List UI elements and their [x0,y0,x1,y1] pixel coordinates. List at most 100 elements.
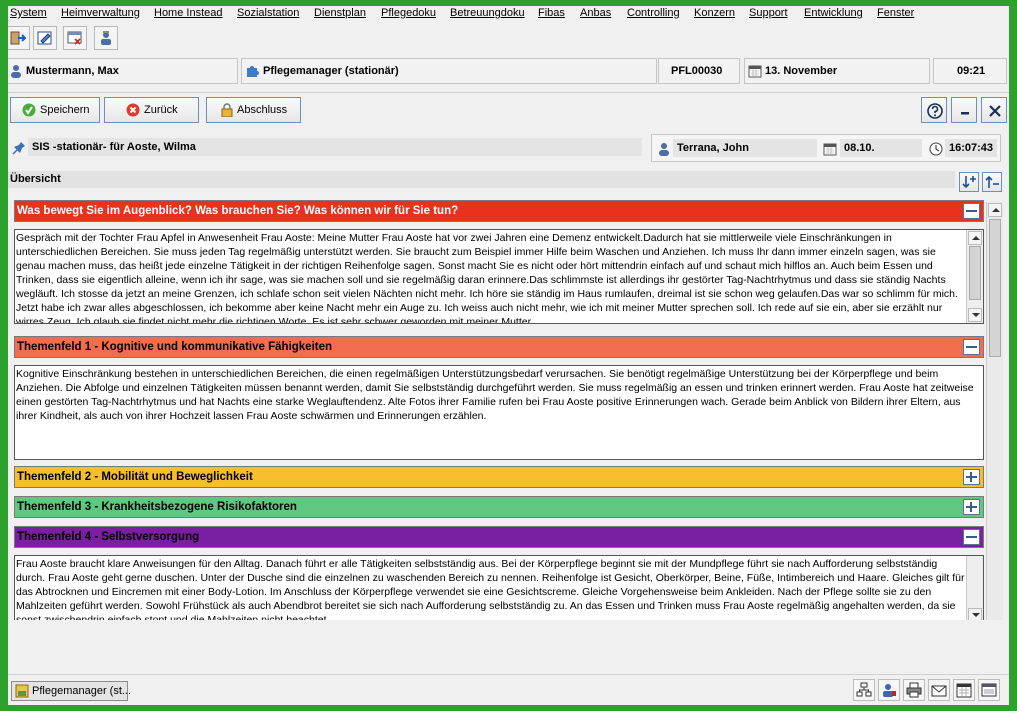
sort-collapse-icon [985,175,999,188]
document-date-field[interactable]: 08.10. [840,139,922,157]
taskbar-window-label: Pflegemanager (st... [32,685,132,697]
section-text: Kognitive Einschränkung bestehen in unte… [16,368,974,422]
help-button[interactable] [921,97,947,123]
user-edit-icon [883,684,896,697]
expand-toggle[interactable] [963,469,980,485]
menu-sozialstation[interactable]: Sozialstation [237,7,299,19]
app-window-icon [15,684,29,698]
section-header-themenfeld-3[interactable]: Themenfeld 3 - Krankheitsbezogene Risiko… [14,496,984,518]
printer-icon [906,682,922,698]
header-date-field: 13. November [744,58,930,84]
exit-button[interactable] [8,26,30,50]
section-title: Themenfeld 2 - Mobilität und Beweglichke… [17,471,253,483]
calendar-button[interactable] [953,679,975,701]
hierarchy-button[interactable] [853,679,875,701]
toolbar [8,24,1009,52]
close-icon [989,105,1001,117]
menu-betreuungdoku[interactable]: Betreuungdoku [450,7,525,19]
sort-expand-icon [962,176,976,189]
collapse-toggle[interactable] [963,339,980,355]
scroll-down-button[interactable] [968,608,982,620]
menu-support[interactable]: Support [749,7,788,19]
menu-system[interactable]: System [10,7,47,19]
section-title: Themenfeld 4 - Selbstversorgung [17,531,200,543]
scroll-thumb[interactable] [989,219,1001,357]
section-text: Gespräch mit der Tochter Frau Apfel in A… [16,232,958,324]
user-contact-button[interactable] [94,26,118,50]
textarea-scrollbar[interactable] [966,230,983,323]
menu-konzern[interactable]: Konzern [694,7,735,19]
section-themenfeld-4-textarea[interactable]: Frau Aoste braucht klare Anweisungen für… [14,555,984,620]
help-icon [927,103,943,119]
scroll-up-button[interactable] [988,203,1002,217]
menu-dienstplan[interactable]: Dienstplan [314,7,366,19]
calendar-icon [823,143,837,156]
document-time: 16:07:43 [949,142,994,154]
clock-icon [929,142,943,156]
minimize-icon [961,112,969,115]
textarea-scrollbar[interactable] [966,556,983,620]
menu-heimverwaltung[interactable]: Heimverwaltung [61,7,140,19]
close-window-button[interactable] [63,26,87,50]
user-edit-button[interactable] [878,679,900,701]
menu-fibas[interactable]: Fibas [538,7,565,19]
content-scrollbar[interactable] [986,202,1003,620]
bottom-bar: Pflegemanager (st... [8,674,1009,705]
application-window: System Heimverwaltung Home Instead Sozia… [8,6,1009,705]
menu-anbas[interactable]: Anbas [580,7,611,19]
document-date: 08.10. [844,142,875,154]
header-time: 09:21 [957,65,986,77]
overview-bar: Übersicht [8,171,955,188]
section-header-themenfeld-4[interactable]: Themenfeld 4 - Selbstversorgung [14,526,984,548]
close-button[interactable] [981,97,1007,123]
section-themenfeld-1-textarea[interactable]: Kognitive Einschränkung bestehen in unte… [14,365,984,460]
menu-entwicklung[interactable]: Entwicklung [804,7,863,19]
section-header-themenfeld-2[interactable]: Themenfeld 2 - Mobilität und Beweglichke… [14,466,984,488]
minus-icon [966,346,977,348]
section-intro-textarea[interactable]: Gespräch mit der Tochter Frau Apfel in A… [14,229,984,324]
user-icon [11,65,21,78]
mail-button[interactable] [928,679,950,701]
expand-all-button[interactable] [959,172,979,192]
calendar-icon [956,683,972,698]
menu-home-instead[interactable]: Home Instead [154,7,222,19]
expand-toggle[interactable] [963,499,980,515]
scroll-thumb[interactable] [969,246,981,300]
section-header-themenfeld-1[interactable]: Themenfeld 1 - Kognitive und kommunikati… [14,336,984,358]
sis-sections: Was bewegt Sie im Augenblick? Was brauch… [13,200,984,620]
document-title: SIS -stationär- für Aoste, Wilma [32,141,196,153]
author-name: Terrana, John [677,142,749,154]
save-button[interactable]: Speichern [10,97,100,123]
print-button[interactable] [903,679,925,701]
edit-form-button[interactable] [33,26,57,50]
menu-bar: System Heimverwaltung Home Instead Sozia… [8,6,1009,22]
scroll-up-button[interactable] [968,231,982,245]
window-icon [981,683,997,697]
collapse-toggle[interactable] [963,203,980,219]
exit-icon [10,31,26,45]
document-info-bar: SIS -stationär- für Aoste, Wilma Terrana… [8,134,1009,162]
author-field: Terrana, John [673,139,817,157]
minimize-button[interactable] [951,97,977,123]
document-time-field[interactable]: 16:07:43 [945,139,997,157]
user-contact-icon [101,31,111,45]
cancel-icon [126,103,140,117]
author-panel: Terrana, John 08.10. 16:07:43 [651,134,1001,162]
menu-fenster[interactable]: Fenster [877,7,914,19]
scroll-down-button[interactable] [968,308,982,322]
back-button[interactable]: Zurück [104,97,199,123]
menu-pflegedoku[interactable]: Pflegedoku [381,7,436,19]
menu-controlling[interactable]: Controlling [627,7,680,19]
window-button[interactable] [978,679,1000,701]
collapse-toggle[interactable] [963,529,980,545]
finish-button[interactable]: Abschluss [206,97,301,123]
section-header-intro[interactable]: Was bewegt Sie im Augenblick? Was brauch… [14,200,984,222]
taskbar-window-button[interactable]: Pflegemanager (st... [11,681,132,701]
collapse-all-button[interactable] [982,172,1002,192]
puzzle-icon [247,66,259,77]
section-title: Themenfeld 3 - Krankheitsbezogene Risiko… [17,501,297,513]
overview-label: Übersicht [10,173,61,185]
module-code: PFL00030 [671,65,723,77]
action-bar: Speichern Zurück Abschluss [8,92,1009,129]
check-icon [22,103,36,117]
